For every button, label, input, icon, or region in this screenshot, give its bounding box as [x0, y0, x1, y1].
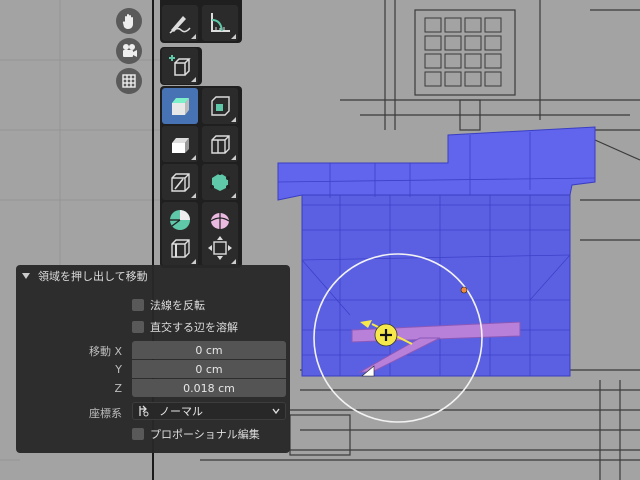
- move-z-field[interactable]: 0.018 cm: [132, 379, 286, 397]
- poly-build-icon[interactable]: [202, 164, 238, 200]
- orientation-label: 座標系: [89, 407, 122, 420]
- move-z-label: Z: [114, 382, 122, 395]
- inset-faces-icon[interactable]: [202, 88, 238, 124]
- hand-pan-icon[interactable]: [116, 8, 142, 34]
- move-y-value: 0 cm: [195, 362, 223, 376]
- move-y-field[interactable]: 0 cm: [132, 360, 286, 378]
- bevel-icon[interactable]: [162, 126, 198, 162]
- camera-icon[interactable]: [116, 38, 142, 64]
- flip-normals-checkbox[interactable]: 法線を反転: [132, 296, 205, 314]
- measure-icon[interactable]: [202, 5, 238, 41]
- chevron-down-icon: [272, 408, 280, 415]
- orientation-icon: [139, 405, 149, 417]
- move-x-label: 移動 X: [88, 345, 122, 358]
- proportional-editing-label: プロポーショナル編集: [150, 428, 260, 441]
- checkbox-box[interactable]: [132, 299, 144, 311]
- add-cube-icon[interactable]: [162, 48, 198, 84]
- proportional-editing-checkbox[interactable]: プロポーショナル編集: [132, 425, 260, 443]
- loop-cut-icon[interactable]: [202, 126, 238, 162]
- panel-header[interactable]: 領域を押し出して移動: [16, 265, 290, 287]
- knife-icon[interactable]: [162, 164, 198, 200]
- edge-slide-icon[interactable]: [162, 230, 198, 266]
- move-y-label: Y: [115, 363, 122, 376]
- tool-shelf: [160, 0, 242, 268]
- flip-normals-label: 法線を反転: [150, 299, 205, 312]
- mesh-object[interactable]: [277, 126, 596, 377]
- collapse-triangle-icon[interactable]: [22, 273, 30, 279]
- move-z-value: 0.018 cm: [183, 381, 235, 395]
- shrink-fatten-icon[interactable]: [202, 230, 238, 266]
- panel-title: 領域を押し出して移動: [38, 270, 148, 283]
- dissolve-orthogonal-checkbox[interactable]: 直交する辺を溶解: [132, 318, 238, 336]
- dissolve-orthogonal-label: 直交する辺を溶解: [150, 321, 238, 334]
- checkbox-box[interactable]: [132, 321, 144, 333]
- pivot-dot: [460, 286, 468, 294]
- grid-icon[interactable]: [116, 68, 142, 94]
- orientation-dropdown[interactable]: ノーマル: [132, 402, 286, 420]
- move-x-value: 0 cm: [195, 343, 223, 357]
- annotate-icon[interactable]: [162, 5, 198, 41]
- extrude-region-icon[interactable]: [162, 88, 198, 124]
- move-x-field[interactable]: 0 cm: [132, 341, 286, 359]
- checkbox-box[interactable]: [132, 428, 144, 440]
- orientation-value: ノーマル: [159, 405, 203, 418]
- operator-panel[interactable]: 領域を押し出して移動 法線を反転 直交する辺を溶解 移動 X 0 cm Y 0 …: [16, 265, 290, 453]
